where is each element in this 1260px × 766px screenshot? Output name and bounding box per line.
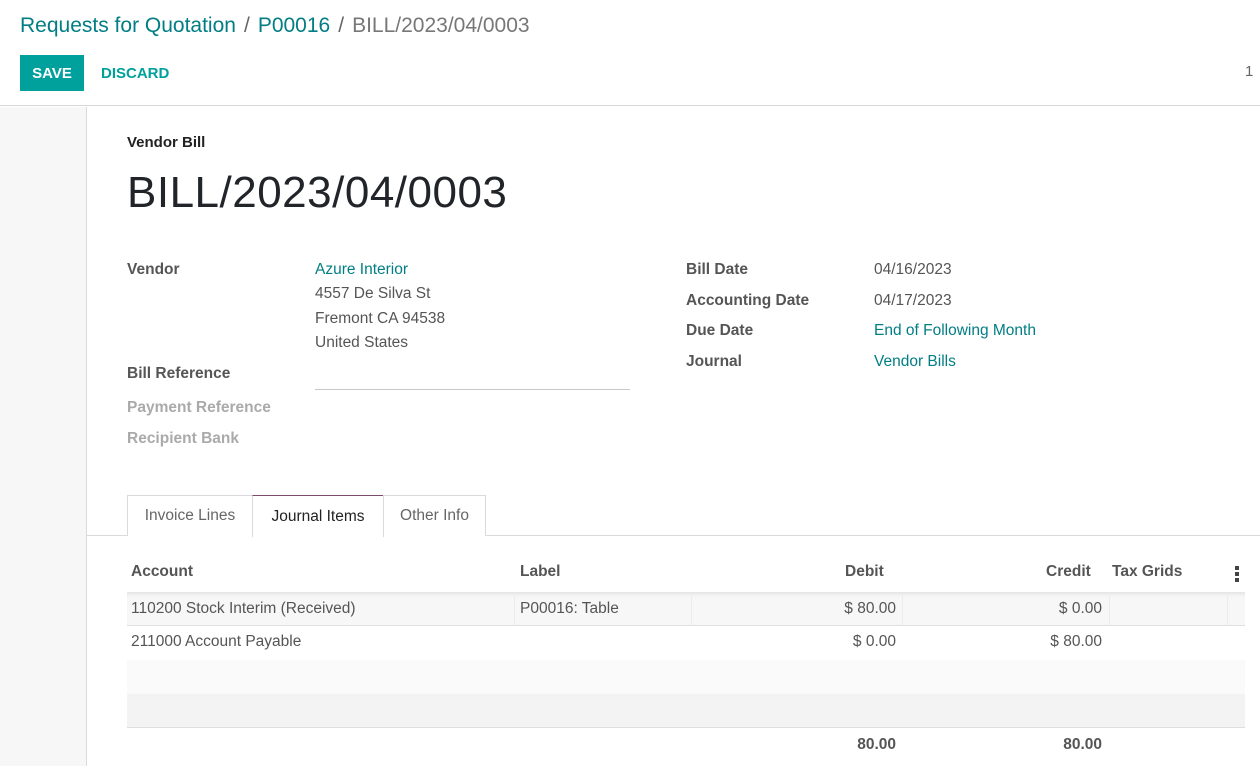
breadcrumb-current: BILL/2023/04/0003 [352, 14, 530, 37]
breadcrumb-purchase-order[interactable]: P00016 [258, 14, 330, 37]
vendor-label: Vendor [127, 261, 180, 278]
save-button[interactable]: SAVE [20, 55, 84, 91]
journal-link[interactable]: Vendor Bills [874, 353, 956, 371]
bill-date-label: Bill Date [686, 261, 749, 278]
column-header-debit[interactable]: Debit [845, 563, 884, 581]
column-separator [514, 593, 515, 626]
cell-account[interactable]: 110200 Stock Interim (Received) [131, 600, 356, 618]
journal-label: Journal [686, 353, 742, 370]
total-credit: 80.00 [1063, 736, 1102, 753]
breadcrumb: Requests for Quotation / P00016 / BILL/2023/… [20, 14, 530, 38]
table-row[interactable]: 211000 Account Payable $ 0.00 $ 80.00 [127, 626, 1245, 660]
column-header-credit[interactable]: Credit [1046, 563, 1091, 581]
vendor-address-line: 4557 De Silva St [315, 285, 431, 302]
empty-table-row [127, 660, 1245, 694]
column-separator [902, 593, 903, 626]
vendor-address-line: Fremont CA 94538 [315, 310, 446, 327]
tab-other-info[interactable]: Other Info [383, 495, 486, 536]
pager-value[interactable]: 1 [1245, 63, 1253, 80]
breadcrumb-separator: / [338, 14, 345, 37]
cell-debit[interactable]: $ 80.00 [727, 600, 896, 618]
due-date-link[interactable]: End of Following Month [874, 322, 1036, 340]
cell-credit[interactable]: $ 0.00 [927, 600, 1102, 618]
vendor-address-line: United States [315, 334, 409, 351]
discard-button[interactable]: DISCARD [101, 55, 169, 91]
tab-journal-items[interactable]: Journal Items [252, 495, 384, 537]
document-type-label: Vendor Bill [127, 134, 206, 151]
column-header-account[interactable]: Account [131, 563, 193, 581]
breadcrumb-separator: / [243, 14, 250, 37]
recipient-bank-label: Recipient Bank [127, 430, 239, 447]
column-separator [1109, 593, 1110, 626]
column-header-label[interactable]: Label [520, 563, 560, 581]
table-row[interactable]: 110200 Stock Interim (Received) P00016: … [127, 592, 1245, 626]
cell-label[interactable]: P00016: Table [520, 600, 619, 618]
bill-reference-label: Bill Reference [127, 365, 231, 382]
cell-credit[interactable]: $ 80.00 [927, 633, 1102, 651]
vendor-link[interactable]: Azure Interior [315, 261, 408, 279]
accounting-date-label: Accounting Date [686, 292, 810, 309]
bill-reference-input[interactable] [315, 389, 630, 390]
document-name: BILL/2023/04/0003 [127, 168, 508, 217]
optional-columns-kebab-icon[interactable] [1234, 566, 1240, 582]
cell-debit[interactable]: $ 0.00 [727, 633, 896, 651]
column-separator [691, 593, 692, 626]
accounting-date-value[interactable]: 04/17/2023 [874, 292, 952, 310]
bill-date-value[interactable]: 04/16/2023 [874, 261, 952, 279]
empty-table-row [127, 694, 1245, 728]
payment-reference-label: Payment Reference [127, 399, 271, 416]
control-panel: Requests for Quotation / P00016 / BILL/2023/… [0, 0, 1260, 106]
column-separator [1227, 593, 1228, 626]
due-date-label: Due Date [686, 322, 754, 339]
tab-invoice-lines[interactable]: Invoice Lines [127, 495, 253, 536]
total-debit: 80.00 [857, 736, 896, 753]
breadcrumb-requests-for-quotation[interactable]: Requests for Quotation [20, 14, 236, 37]
column-header-tax-grids[interactable]: Tax Grids [1112, 563, 1182, 581]
cell-account[interactable]: 211000 Account Payable [131, 633, 301, 651]
left-gutter [0, 107, 87, 766]
